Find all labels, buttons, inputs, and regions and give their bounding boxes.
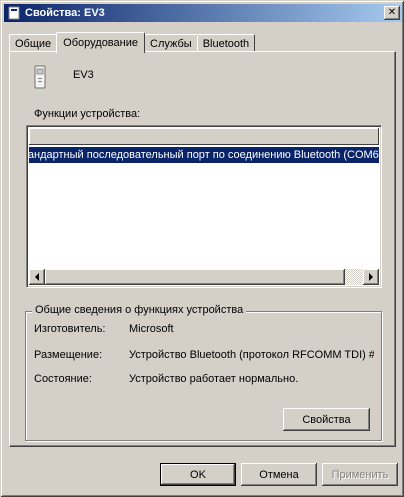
list-column-header[interactable] xyxy=(29,128,379,145)
device-name: EV3 xyxy=(73,69,94,81)
ok-button[interactable]: OK xyxy=(160,463,236,486)
apply-button[interactable]: Применить xyxy=(322,463,398,486)
tab-general[interactable]: Общие xyxy=(9,34,58,52)
cancel-button[interactable]: Отмена xyxy=(241,463,317,486)
location-value: Устройство Bluetooth (протокол RFCOMM TD… xyxy=(129,349,374,361)
properties-icon xyxy=(7,6,21,20)
tab-label: Службы xyxy=(150,37,192,50)
manufacturer-value: Microsoft xyxy=(129,323,174,335)
apply-button-label: Применить xyxy=(331,468,389,481)
summary-group-legend: Общие сведения о функциях устройства xyxy=(32,304,247,316)
list-item[interactable]: тандартный последовательный порт по соед… xyxy=(29,147,379,163)
tab-label: Bluetooth xyxy=(202,37,250,50)
close-icon: ✕ xyxy=(387,7,397,18)
cancel-button-label: Отмена xyxy=(259,468,299,481)
scroll-left-button[interactable] xyxy=(29,269,45,285)
device-icon xyxy=(29,64,51,90)
window-title: Свойства: EV3 xyxy=(25,7,105,19)
tab-hardware[interactable]: Оборудование xyxy=(56,32,145,54)
horizontal-scrollbar[interactable] xyxy=(29,269,379,285)
manufacturer-label: Изготовитель: xyxy=(34,323,106,335)
tab-label: Оборудование xyxy=(63,37,138,49)
functions-label: Функции устройства: xyxy=(34,108,141,120)
scroll-right-button[interactable] xyxy=(363,269,379,285)
status-value: Устройство работает нормально. xyxy=(129,373,299,385)
status-label: Состояние: xyxy=(34,373,92,385)
tab-bluetooth[interactable]: Bluetooth xyxy=(196,34,256,52)
list-item-text: тандартный последовательный порт по соед… xyxy=(29,149,379,161)
arrow-left-icon xyxy=(35,273,39,281)
scroll-thumb[interactable] xyxy=(45,269,345,285)
scroll-track[interactable] xyxy=(345,269,363,285)
arrow-right-icon xyxy=(369,273,373,281)
tab-services[interactable]: Службы xyxy=(144,34,198,52)
location-label: Размещение: xyxy=(34,349,103,361)
functions-list[interactable]: тандартный последовательный порт по соед… xyxy=(26,125,382,288)
properties-window: Свойства: EV3 ✕ Общие Оборудование Служб… xyxy=(0,0,404,497)
properties-button[interactable]: Свойства xyxy=(283,408,370,431)
tab-strip: Общие Оборудование Службы Bluetooth xyxy=(9,32,256,54)
title-bar[interactable]: Свойства: EV3 ✕ xyxy=(4,4,402,22)
tab-label: Общие xyxy=(15,37,52,50)
ok-button-label: OK xyxy=(190,468,206,481)
close-button[interactable]: ✕ xyxy=(384,6,400,20)
properties-button-label: Свойства xyxy=(302,413,351,426)
